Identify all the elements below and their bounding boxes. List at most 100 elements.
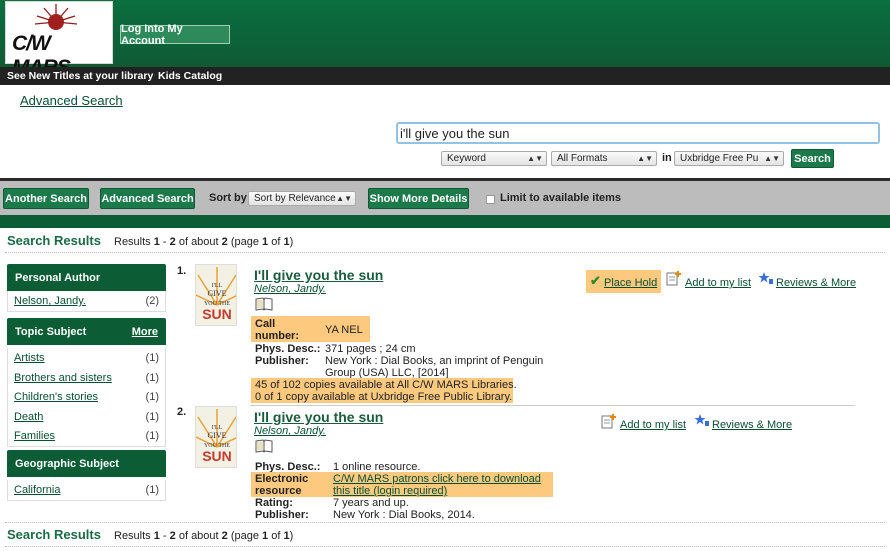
facet-heading-geographic-subject: Geographic Subject [7, 450, 166, 477]
divider [250, 405, 855, 406]
select-arrows-icon: ▲▼ [764, 154, 780, 163]
facet-list-geographic-subject: California (1) [7, 480, 166, 501]
search-input[interactable] [396, 122, 880, 144]
search-type-select[interactable]: Keyword ▲▼ [441, 151, 547, 166]
facet-item: Death (1) [8, 407, 165, 427]
facet-heading-label: Topic Subject [15, 325, 87, 338]
facet-count: (1) [145, 352, 159, 364]
facet-item: Children's stories (1) [8, 387, 165, 407]
results-heading: Search Results [7, 527, 101, 542]
results-toolbar: Another Search Advanced Search Sort by S… [0, 181, 890, 215]
results-heading: Search Results [7, 233, 101, 248]
advanced-search-link[interactable]: Advanced Search [20, 93, 123, 108]
checkmark-icon: ✔ [590, 273, 601, 288]
nav-kids-catalog-link[interactable]: Kids Catalog [158, 70, 222, 82]
book-format-icon [255, 439, 273, 453]
results-count: Results 1 - 2 of about 2 (page 1 of 1) [114, 530, 294, 542]
search-button[interactable]: Search [791, 149, 834, 168]
limit-available-label: Limit to available items [500, 192, 622, 204]
add-to-list-icon [666, 270, 682, 289]
facet-list-personal-author: Nelson, Jandy. (2) [7, 291, 166, 312]
result-title-link[interactable]: I'll give you the sun [254, 409, 383, 425]
sort-value: Sort by Relevance [254, 193, 336, 204]
reviews-star-icon [758, 271, 774, 288]
header-bar: C/W MARS Log Into My Account [0, 0, 890, 79]
facet-count: (1) [145, 371, 159, 384]
facet-count: (1) [145, 410, 159, 423]
divider [0, 215, 890, 228]
advanced-search-button[interactable]: Advanced Search [100, 188, 195, 209]
add-to-list-link[interactable]: Add to my list [685, 277, 751, 289]
facet-link[interactable]: Children's stories [14, 391, 98, 403]
facet-link[interactable]: Nelson, Jandy. [14, 295, 86, 307]
svg-text:GIVE: GIVE [207, 431, 226, 440]
electronic-resource-label: Electronic resource [255, 473, 309, 497]
result-author-link[interactable]: Nelson, Jandy. [254, 283, 326, 295]
format-value: All Formats [557, 153, 608, 164]
facet-count: (2) [145, 295, 159, 307]
book-cover-image[interactable]: I'LL GIVE YOU THE SUN [195, 406, 237, 468]
facet-link[interactable]: Brothers and sisters [14, 372, 112, 384]
cw-mars-logo[interactable]: C/W MARS [5, 1, 113, 79]
results-summary-bottom: Search Results Results 1 - 2 of about 2 … [7, 527, 887, 542]
select-arrows-icon: ▲▼ [527, 154, 543, 163]
facet-item: Families (1) [8, 426, 165, 446]
svg-text:SUN: SUN [202, 306, 232, 322]
facet-list-topic-subject: Artists (1) Brothers and sisters (1) Child… [7, 348, 166, 447]
publisher-value: New York : Dial Books, an imprint of Pen… [325, 355, 544, 379]
result-author-link[interactable]: Nelson, Jandy. [254, 425, 326, 437]
another-search-button[interactable]: Another Search [3, 188, 89, 209]
facet-count: (1) [145, 430, 159, 442]
rating-value: 7 years and up. [333, 497, 409, 509]
phys-desc-label: Phys. Desc.: [255, 343, 321, 355]
publisher-label: Publisher: [255, 509, 309, 521]
sort-select[interactable]: Sort by Relevance ▲▼ [248, 191, 356, 206]
facet-link[interactable]: California [14, 484, 60, 496]
rating-label: Rating: [255, 497, 293, 509]
divider [5, 546, 885, 547]
facet-count: (1) [145, 391, 159, 403]
add-to-list-icon [601, 413, 617, 432]
facet-link[interactable]: Families [14, 430, 55, 442]
result-number: 1. [177, 265, 187, 277]
login-button[interactable]: Log Into My Account [120, 23, 230, 47]
divider [5, 252, 885, 253]
result-number: 2. [177, 406, 187, 418]
publisher-label: Publisher: [255, 355, 309, 367]
limit-available-checkbox[interactable] [486, 195, 495, 204]
reviews-star-icon [694, 413, 710, 430]
facet-link[interactable]: Artists [14, 352, 45, 364]
results-count: Results 1 - 2 of about 2 (page 1 of 1) [114, 236, 294, 248]
library-value: Uxbridge Free Pu [680, 153, 759, 164]
library-select[interactable]: Uxbridge Free Pu ▲▼ [674, 151, 784, 166]
facet-link[interactable]: Death [14, 411, 43, 423]
facet-heading-personal-author: Personal Author [7, 264, 166, 291]
call-number-value: YA NEL [325, 324, 363, 336]
facet-heading-label: Geographic Subject [15, 457, 119, 470]
format-select[interactable]: All Formats ▲▼ [551, 151, 657, 166]
in-label: in [662, 152, 672, 164]
add-to-list-link[interactable]: Add to my list [620, 419, 686, 431]
phys-desc-value: 371 pages ; 24 cm [325, 343, 416, 355]
facet-item: Artists (1) [8, 348, 165, 368]
publisher-value: New York : Dial Books, 2014. [333, 509, 475, 521]
facet-item: Brothers and sisters (1) [8, 368, 165, 388]
reviews-link[interactable]: Reviews & More [712, 419, 792, 431]
electronic-resource-link[interactable]: C/W MARS patrons click here to download … [333, 473, 551, 497]
call-number-label: Call number: [255, 318, 299, 342]
result-title-link[interactable]: I'll give you the sun [254, 267, 383, 283]
svg-text:GIVE: GIVE [207, 289, 226, 298]
nav-new-titles-link[interactable]: See New Titles at your library [7, 70, 153, 82]
facet-heading-label: Personal Author [15, 271, 101, 284]
select-arrows-icon: ▲▼ [637, 154, 653, 163]
place-hold-link[interactable]: Place Hold [604, 277, 657, 289]
facet-more-link[interactable]: More [132, 326, 158, 338]
facet-count: (1) [145, 484, 159, 496]
svg-text:SUN: SUN [202, 448, 232, 464]
facet-item: Nelson, Jandy. (2) [8, 291, 165, 311]
availability-local: 0 of 1 copy available at Uxbridge Free P… [255, 391, 513, 403]
show-more-details-button[interactable]: Show More Details [368, 188, 469, 209]
reviews-link[interactable]: Reviews & More [776, 277, 856, 289]
divider [5, 522, 885, 523]
book-cover-image[interactable]: I'LL GIVE YOU THE SUN [195, 264, 237, 326]
